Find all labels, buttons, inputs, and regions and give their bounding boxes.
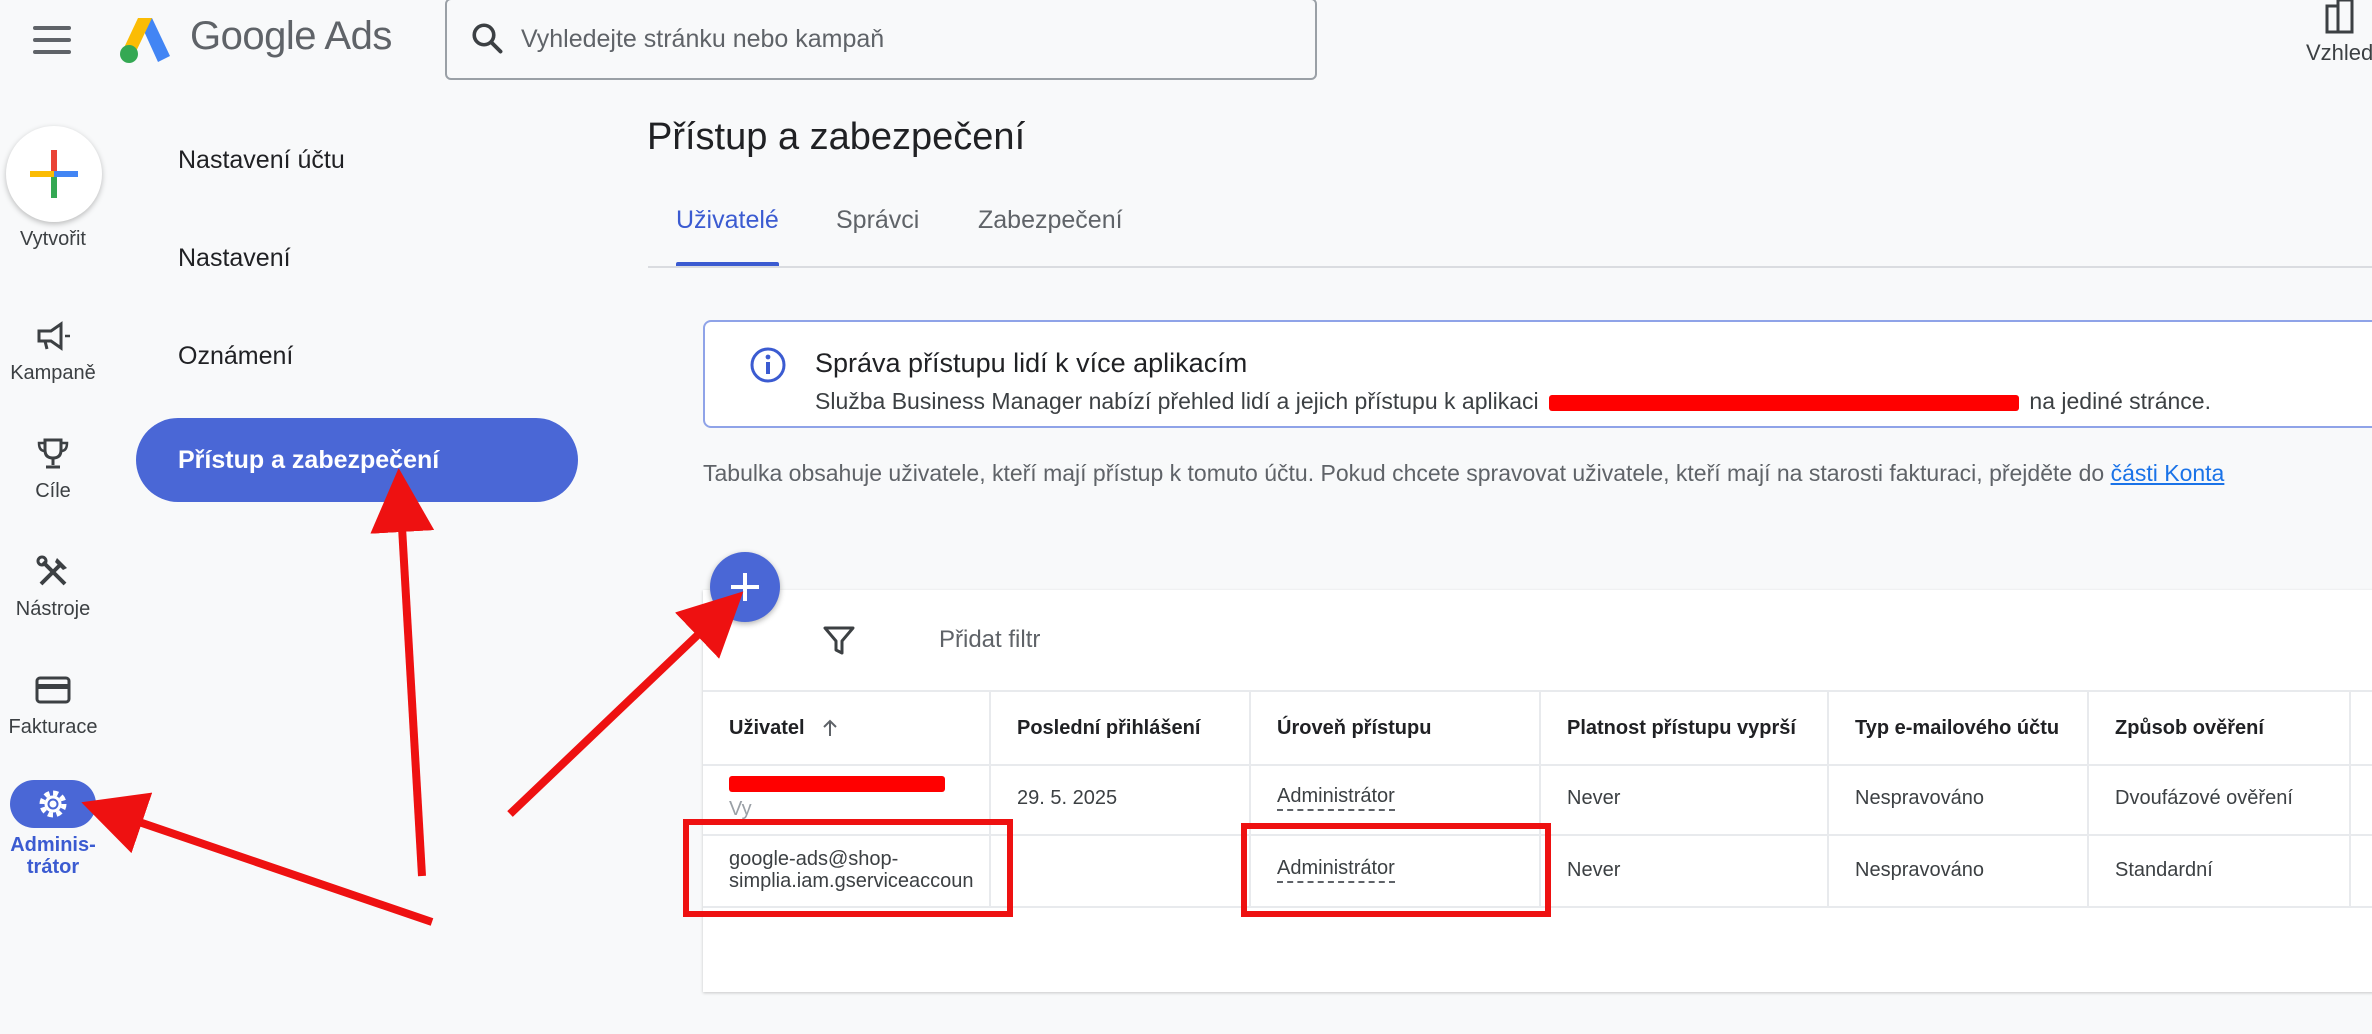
tools-icon (36, 555, 67, 586)
tab-security[interactable]: Zabezpečení (948, 206, 1153, 264)
add-filter-button[interactable]: Přidat filtr (939, 626, 1040, 654)
column-header-user[interactable]: Uživatel (703, 692, 991, 764)
rail-label-line: Adminis- (10, 834, 96, 856)
annotation-arrow (507, 591, 744, 817)
cell-auth-method: Standardní (2089, 834, 2351, 906)
cell-last-login: 29. 5. 2025 (991, 762, 1251, 834)
tab-underline (676, 262, 779, 266)
cell-user: google-ads@shop- simplia.iam.gserviceacc… (703, 834, 991, 906)
access-level-link[interactable]: Administrátor (1277, 785, 1395, 811)
appearance-button[interactable]: Vzhled (2300, 0, 2372, 80)
column-header-auth-method[interactable]: Způsob ověření (2089, 692, 2351, 764)
cell-more (2351, 834, 2372, 906)
rail-label: Fakturace (8, 716, 98, 738)
plus-icon (731, 573, 759, 601)
info-banner: Správa přístupu lidí k více aplikacím Sl… (703, 320, 2372, 428)
cell-user: Vy (703, 762, 991, 834)
cell-auth-method: Dvoufázové ověření (2089, 762, 2351, 834)
add-user-button[interactable] (710, 552, 780, 622)
subnav-notifications[interactable]: Oznámení (136, 314, 578, 398)
search-input[interactable] (519, 18, 1283, 60)
tab-label: Správci (836, 206, 920, 234)
rail-item-tools[interactable]: Nástroje (0, 552, 106, 652)
left-rail: Vytvořit Kampaně Cíle Nástroje Fakturace… (0, 84, 106, 1034)
column-header-label: Uživatel (729, 716, 805, 739)
subnav-settings[interactable]: Nastavení (136, 216, 578, 300)
cell-expiry: Never (1541, 762, 1829, 834)
info-icon (750, 347, 786, 383)
tab-label: Uživatelé (676, 206, 779, 234)
column-header-access-level[interactable]: Úroveň přístupu (1251, 692, 1541, 764)
users-table-card: Přidat filtr Uživatel Poslední přihlášen… (703, 590, 2372, 992)
appearance-label: Vzhled (2306, 40, 2372, 65)
rail-item-campaigns[interactable]: Kampaně (0, 316, 106, 416)
user-email-line: google-ads@shop- (729, 848, 899, 870)
page-title: Přístup a zabezpečení (647, 116, 1026, 158)
table-row: Vy 29. 5. 2025 Administrátor Never Nespr… (703, 762, 2372, 836)
access-level-link[interactable]: Administrátor (1277, 857, 1395, 883)
plus-icon (30, 150, 78, 198)
rail-label: Cíle (35, 480, 71, 502)
rail-label: Nástroje (15, 598, 91, 620)
cell-expiry: Never (1541, 834, 1829, 906)
google-ads-logo (120, 18, 170, 63)
redaction-mark (1549, 394, 2020, 411)
tab-bar: Uživatelé Správci Zabezpečení (648, 200, 2372, 268)
appearance-icon (2325, 0, 2354, 34)
billing-link[interactable]: části Konta (2111, 460, 2225, 486)
annotation-arrow (81, 792, 434, 926)
cell-last-login (991, 834, 1251, 906)
user-email-line: simplia.iam.gserviceaccoun (729, 870, 974, 892)
tab-managers[interactable]: Správci (806, 206, 949, 264)
info-desc-text: na jediné stránce. (2029, 388, 2211, 414)
redaction-mark (729, 776, 945, 792)
create-label: Vytvořit (20, 228, 86, 250)
filter-icon[interactable] (819, 620, 859, 660)
menu-icon[interactable] (33, 26, 71, 56)
column-header-more[interactable]: P (2351, 692, 2372, 764)
sort-arrow-up-icon (822, 719, 837, 736)
brand-name: Google Ads (190, 14, 392, 58)
cell-email-type: Nespravováno (1829, 834, 2089, 906)
column-header-expiry[interactable]: Platnost přístupu vyprší (1541, 692, 1829, 764)
trophy-icon (37, 438, 69, 469)
rail-label: Adminis- trátor (0, 834, 106, 878)
table-header-row: Uživatel Poslední přihlášení Úroveň přís… (703, 690, 2372, 766)
subnav-account-settings[interactable]: Nastavení účtu (136, 118, 578, 202)
tab-label: Zabezpečení (978, 206, 1123, 234)
search-box[interactable] (445, 0, 1317, 80)
cell-access-level[interactable]: Administrátor (1251, 834, 1541, 906)
info-desc-text: Služba Business Manager nabízí přehled l… (815, 388, 1539, 414)
table-note-text: Tabulka obsahuje uživatele, kteří mají p… (703, 460, 2105, 486)
subnav-access-security[interactable]: Přístup a zabezpečení (136, 418, 578, 502)
table-note: Tabulka obsahuje uživatele, kteří mají p… (703, 460, 2224, 487)
rail-item-billing[interactable]: Fakturace (0, 670, 106, 770)
megaphone-icon (37, 321, 70, 351)
annotation-arrow (370, 468, 435, 877)
cell-email-type: Nespravováno (1829, 762, 2089, 834)
tab-users[interactable]: Uživatelé (646, 206, 809, 266)
info-description: Služba Business Manager nabízí přehled l… (815, 388, 2211, 415)
credit-card-icon (35, 676, 71, 704)
column-header-email-type[interactable]: Typ e-mailového účtu (1829, 692, 2089, 764)
rail-label: Kampaně (10, 362, 96, 384)
cell-access-level[interactable]: Administrátor (1251, 762, 1541, 834)
top-bar: Google Ads Vzhled (0, 0, 2372, 84)
table-row: google-ads@shop- simplia.iam.gserviceacc… (703, 834, 2372, 908)
cell-more (2351, 762, 2372, 834)
rail-item-admin[interactable]: Adminis- trátor (0, 780, 106, 888)
create-button[interactable] (6, 126, 102, 222)
user-you-label: Vy (729, 798, 752, 820)
rail-item-goals[interactable]: Cíle (0, 434, 106, 534)
search-icon (472, 23, 503, 54)
column-header-last-login[interactable]: Poslední přihlášení (991, 692, 1251, 764)
info-title: Správa přístupu lidí k více aplikacím (815, 348, 1248, 378)
gear-icon (39, 790, 67, 818)
rail-label-line: trátor (26, 856, 80, 878)
